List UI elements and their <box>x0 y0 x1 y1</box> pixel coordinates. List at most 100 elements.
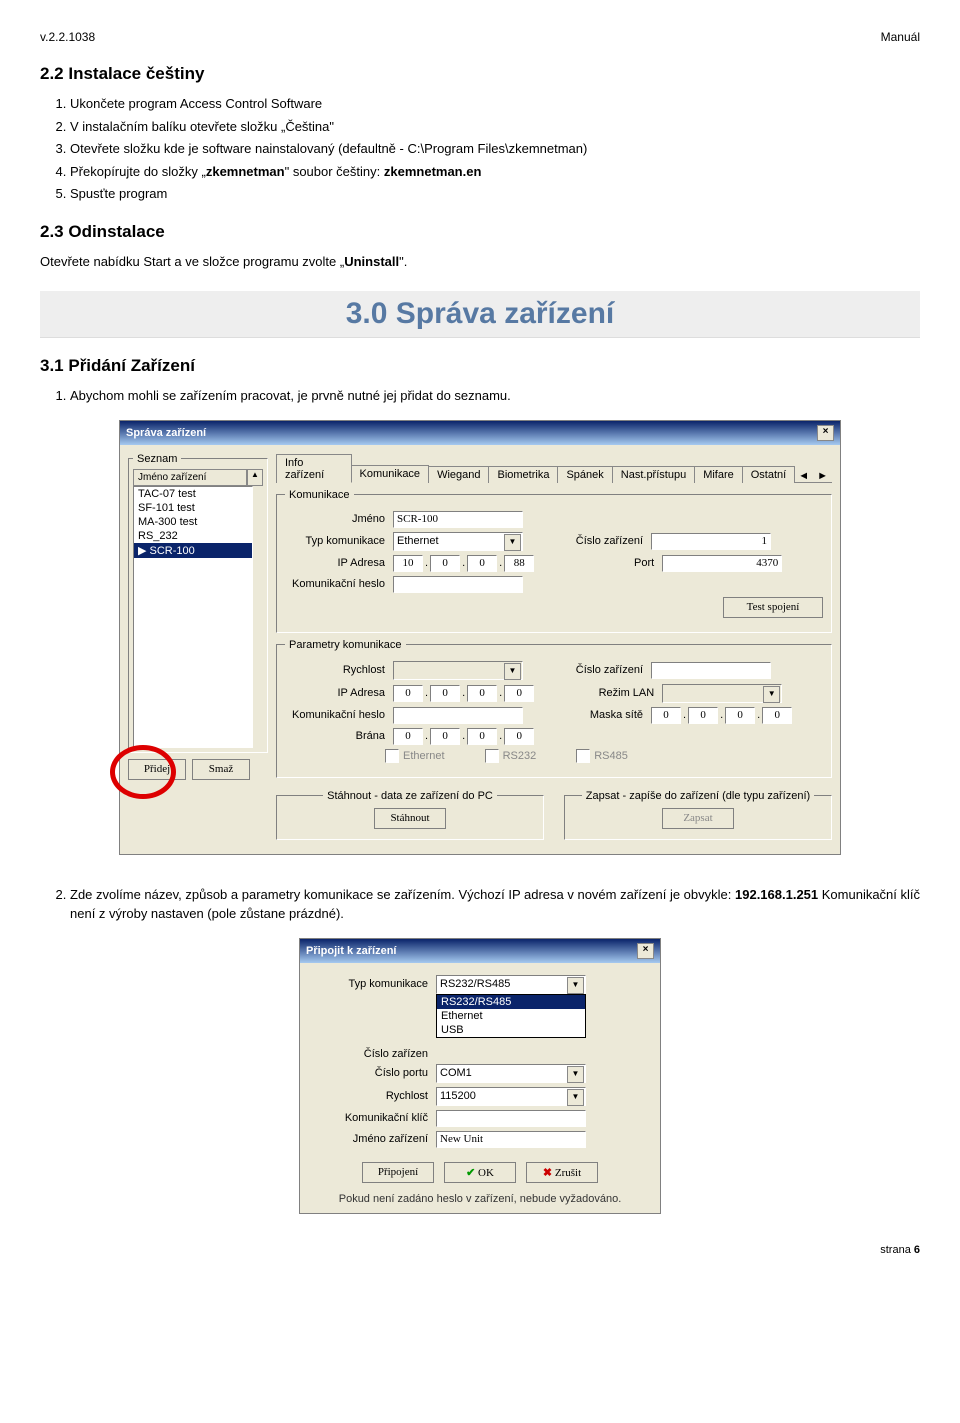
tab-communication[interactable]: Komunikace <box>351 465 430 483</box>
chevron-down-icon: ▼ <box>567 1089 584 1106</box>
chevron-down-icon: ▼ <box>504 534 521 551</box>
commpass-input[interactable] <box>393 576 523 593</box>
name-label: Jméno <box>285 513 393 525</box>
devno-label-short: Číslo zařízen <box>308 1048 436 1060</box>
commpass2-label: Komunikační heslo <box>285 709 393 721</box>
chevron-down-icon: ▼ <box>567 1066 584 1083</box>
option[interactable]: USB <box>437 1023 585 1037</box>
commpass2-input[interactable] <box>393 707 523 724</box>
list-item[interactable]: ▶ SCR-100 <box>134 543 252 558</box>
devno2-input[interactable] <box>651 662 771 679</box>
tab-left-icon[interactable]: ◄ <box>794 470 813 482</box>
write-group-label: Zapsat - zapíše do zařízení (dle typu za… <box>582 790 814 802</box>
tab-biometrics[interactable]: Biometrika <box>488 466 558 483</box>
devno2-label: Číslo zařízení <box>523 664 651 676</box>
step: Spusťte program <box>70 184 920 204</box>
dialog-titlebar: Správa zařízení × <box>120 421 840 445</box>
conn-type-select[interactable]: RS232/RS485▼ <box>436 975 586 994</box>
tab-info[interactable]: Info zařízení <box>276 454 352 483</box>
tab-wiegand[interactable]: Wiegand <box>428 466 489 483</box>
cancel-button[interactable]: ✖ Zrušit <box>526 1162 598 1183</box>
dialog-title: Připojit k zařízení <box>306 945 396 957</box>
chevron-down-icon: ▼ <box>763 686 780 703</box>
chevron-down-icon: ▼ <box>567 977 584 994</box>
x-icon: ✖ <box>543 1167 555 1179</box>
speed-label: Rychlost <box>308 1090 436 1102</box>
speed-select[interactable]: ▼ <box>393 661 523 680</box>
heading-2-3: 2.3 Odinstalace <box>40 222 920 242</box>
commkey-label: Komunikační klíč <box>308 1112 436 1124</box>
tab-right-icon[interactable]: ► <box>813 470 832 482</box>
comm-group-label: Komunikace <box>285 489 354 501</box>
test-connection-button[interactable]: Test spojení <box>723 597 823 618</box>
type-select[interactable]: Ethernet▼ <box>393 532 523 551</box>
add-device-step-2: Zde zvolíme název, způsob a parametry ko… <box>70 885 920 924</box>
close-icon[interactable]: × <box>637 943 654 959</box>
list-item[interactable]: TAC-07 test <box>134 487 252 501</box>
sidebar-header: Jméno zařízení <box>133 469 247 486</box>
write-button: Zapsat <box>662 808 734 829</box>
ip2-input[interactable]: . . . <box>393 685 534 702</box>
port-label: Port <box>534 557 662 569</box>
install-steps: Ukončete program Access Control Software… <box>70 94 920 204</box>
close-icon[interactable]: × <box>817 425 834 441</box>
chevron-down-icon: ▼ <box>504 663 521 680</box>
lan-label: Režim LAN <box>534 687 662 699</box>
delete-button[interactable]: Smaž <box>192 759 250 780</box>
step: V instalačním balíku otevřete složku „Če… <box>70 117 920 137</box>
dialog-title: Správa zařízení <box>126 427 206 439</box>
port-input[interactable] <box>662 555 782 572</box>
device-list[interactable]: TAC-07 test SF-101 test MA-300 test RS_2… <box>133 486 253 748</box>
sidebar-group-label: Seznam <box>133 453 181 465</box>
connect-device-dialog: Připojit k zařízení × Typ komunikace RS2… <box>299 938 661 1214</box>
option[interactable]: RS232/RS485 <box>437 995 585 1009</box>
params-group-label: Parametry komunikace <box>285 639 406 651</box>
option[interactable]: Ethernet <box>437 1009 585 1023</box>
speed-label: Rychlost <box>285 664 393 676</box>
add-button[interactable]: Přidej <box>128 759 186 780</box>
sort-up-icon[interactable]: ▲ <box>247 469 263 486</box>
download-group-label: Stáhnout - data ze zařízení do PC <box>323 790 497 802</box>
connect-button[interactable]: Připojení <box>362 1162 434 1183</box>
mask-label: Maska sítě <box>523 709 651 721</box>
download-button[interactable]: Stáhnout <box>374 808 446 829</box>
ip2-label: IP Adresa <box>285 687 393 699</box>
list-item[interactable]: SF-101 test <box>134 501 252 515</box>
ok-button[interactable]: ✔ OK <box>444 1162 516 1183</box>
tab-sleep[interactable]: Spánek <box>557 466 612 483</box>
lan-select[interactable]: ▼ <box>662 684 782 703</box>
chapter-3-title: 3.0 Správa zařízení <box>40 291 920 338</box>
list-item[interactable]: MA-300 test <box>134 515 252 529</box>
doc-type: Manuál <box>881 30 920 44</box>
mask-input[interactable]: . . . <box>651 707 792 724</box>
ip-label: IP Adresa <box>285 557 393 569</box>
devno-input[interactable] <box>651 533 771 550</box>
dialog-titlebar: Připojit k zařízení × <box>300 939 660 963</box>
devno-label: Číslo zařízení <box>523 535 651 547</box>
conn-type-label: Typ komunikace <box>308 978 436 990</box>
ip-input[interactable]: . . . <box>393 555 534 572</box>
doc-version: v.2.2.1038 <box>40 30 95 44</box>
speed-select[interactable]: 115200▼ <box>436 1087 586 1106</box>
ethernet-checkbox: Ethernet <box>385 749 445 763</box>
gw-input[interactable]: . . . <box>393 728 534 745</box>
tab-other[interactable]: Ostatní <box>742 466 795 483</box>
step: Ukončete program Access Control Software <box>70 94 920 114</box>
tab-mifare[interactable]: Mifare <box>694 466 743 483</box>
commkey-input[interactable] <box>436 1110 586 1127</box>
tab-bar: Info zařízení Komunikace Wiegand Biometr… <box>276 453 832 483</box>
name-input[interactable] <box>393 511 523 528</box>
portno-select[interactable]: COM1▼ <box>436 1064 586 1083</box>
add-device-step-1: Abychom mohli se zařízením pracovat, je … <box>70 386 920 406</box>
conn-type-options[interactable]: RS232/RS485 Ethernet USB <box>436 994 586 1038</box>
type-label: Typ komunikace <box>285 535 393 547</box>
heading-3-1: 3.1 Přidání Zařízení <box>40 356 920 376</box>
commpass-label: Komunikační heslo <box>285 578 393 590</box>
dialog-note: Pokud není zadáno heslo v zařízení, nebu… <box>308 1193 652 1205</box>
list-item[interactable]: RS_232 <box>134 529 252 543</box>
tab-access[interactable]: Nast.přístupu <box>612 466 695 483</box>
gw-label: Brána <box>285 730 393 742</box>
heading-2-2: 2.2 Instalace češtiny <box>40 64 920 84</box>
uninstall-text: Otevřete nabídku Start a ve složce progr… <box>40 252 920 272</box>
devname-input[interactable] <box>436 1131 586 1148</box>
